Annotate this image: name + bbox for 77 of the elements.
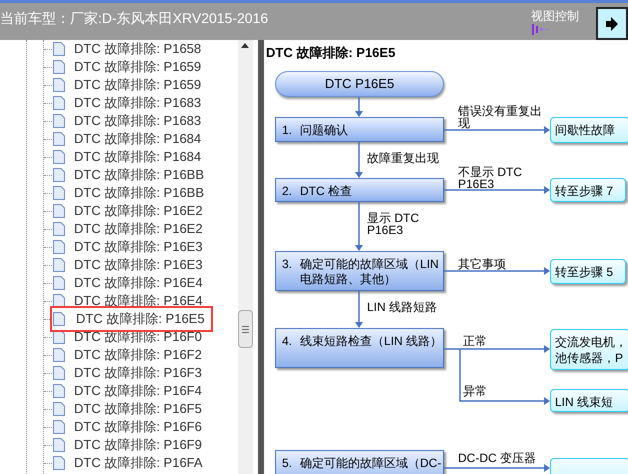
document-icon bbox=[53, 60, 65, 74]
tree-item[interactable]: DTC 故障排除: P16FA bbox=[74, 454, 203, 472]
document-icon bbox=[53, 114, 65, 128]
branch-label: 错误没有重复出现 bbox=[458, 105, 543, 129]
step-node: 3. 确定可能的故障区域（LIN 电路短路、其他） bbox=[275, 251, 444, 291]
branch-label: 显示 DTC P16E3 bbox=[367, 212, 420, 236]
document-icon bbox=[53, 366, 65, 380]
document-icon bbox=[53, 276, 65, 290]
tree-item[interactable]: DTC 故障排除: P1683 bbox=[74, 112, 202, 130]
document-icon bbox=[53, 240, 65, 254]
vehicle-model-title: 当前车型：厂家:D-东风本田XRV2015-2016 bbox=[0, 9, 268, 28]
document-icon bbox=[53, 42, 65, 56]
result-node: LIN 线束短 bbox=[550, 389, 628, 412]
document-icon bbox=[53, 222, 65, 236]
result-node: 转至步骤 7 bbox=[550, 178, 626, 202]
tree-item[interactable]: DTC 故障排除: P16F2 bbox=[74, 346, 202, 364]
view-control-label: 视图控制 bbox=[531, 8, 579, 25]
next-button[interactable] bbox=[596, 7, 628, 40]
scroll-up-icon[interactable] bbox=[241, 43, 249, 48]
document-icon bbox=[53, 150, 65, 164]
document-icon bbox=[53, 294, 65, 308]
result-node: 间歇性故障 bbox=[550, 117, 628, 143]
tree-item[interactable]: DTC 故障排除: P16F9 bbox=[74, 436, 202, 454]
tree-item[interactable]: DTC 故障排除: P16E2 bbox=[74, 202, 203, 220]
tree-item[interactable]: DTC 故障排除: P16F5 bbox=[74, 400, 202, 418]
scrollbar[interactable] bbox=[238, 40, 253, 474]
tree-item[interactable]: DTC 故障排除: P1659 bbox=[74, 76, 202, 94]
tree-item[interactable]: DTC 故障排除: P1684 bbox=[74, 130, 202, 148]
result-node: 交流发电机，池传感器，P bbox=[550, 329, 628, 370]
start-node: DTC P16E5 bbox=[275, 71, 444, 97]
document-icon bbox=[53, 456, 65, 470]
tree-item[interactable]: DTC 故障排除: P16E3 bbox=[74, 238, 203, 256]
branch-label: 不显示 DTC P16E3 bbox=[458, 166, 523, 190]
document-icon bbox=[53, 258, 65, 272]
document-icon bbox=[53, 420, 65, 434]
tree-item[interactable]: DTC 故障排除: P16F3 bbox=[74, 364, 202, 382]
document-icon bbox=[53, 168, 65, 182]
tree-item[interactable]: DTC 故障排除: P16F4 bbox=[74, 382, 202, 400]
document-icon bbox=[53, 204, 65, 218]
branch-label: 异常 bbox=[463, 385, 487, 397]
tree-item[interactable]: DTC 故障排除: P16E4 bbox=[74, 274, 203, 292]
document-icon bbox=[53, 312, 65, 326]
step-node: 4. 线束短路检查（LIN 线路） bbox=[275, 328, 444, 368]
scrollbar-thumb[interactable] bbox=[238, 310, 253, 348]
document-icon bbox=[53, 96, 65, 110]
step-node: 5. 确定可能的故障区域（DC- bbox=[275, 450, 444, 474]
branch-label: 正常 bbox=[463, 335, 487, 347]
branch-label: LIN 线路短路 bbox=[367, 301, 438, 313]
document-icon bbox=[53, 402, 65, 416]
step-node: 1. 问题确认 bbox=[275, 117, 444, 142]
document-icon bbox=[53, 438, 65, 452]
branch-label: 故障重复出现 bbox=[367, 152, 439, 164]
tree-item[interactable]: DTC 故障排除: P16E3 bbox=[74, 256, 203, 274]
tree-item[interactable]: DTC 故障排除: P1658 bbox=[74, 40, 202, 58]
tree-item[interactable]: DTC 故障排除: P16BB bbox=[74, 184, 204, 202]
document-title: DTC 故障排除: P16E5 bbox=[266, 44, 396, 62]
document-icon bbox=[53, 78, 65, 92]
flow-arrow bbox=[355, 291, 363, 328]
tree-item[interactable]: DTC 故障排除: P16BB bbox=[74, 166, 204, 184]
tree-item[interactable]: DTC 故障排除: P16E5 bbox=[50, 306, 213, 332]
tree-item[interactable]: DTC 故障排除: P1659 bbox=[74, 58, 202, 76]
flow-arrow bbox=[355, 202, 363, 251]
flow-arrow bbox=[355, 142, 363, 178]
document-icon bbox=[53, 132, 65, 146]
arrow-right-icon bbox=[606, 16, 618, 30]
branch-label: DC-DC 变压器 bbox=[458, 452, 536, 464]
document-icon bbox=[53, 186, 65, 200]
tree-item[interactable]: DTC 故障排除: P1683 bbox=[74, 94, 202, 112]
flow-arrow bbox=[355, 97, 363, 117]
result-node: 转至步骤 5 bbox=[550, 259, 626, 284]
document-icon bbox=[53, 348, 65, 362]
tree-item[interactable]: DTC 故障排除: P16F6 bbox=[74, 418, 202, 436]
step-node: 2. DTC 检查 bbox=[275, 178, 444, 202]
tree-item[interactable]: DTC 故障排除: P1684 bbox=[74, 148, 202, 166]
tree-item[interactable]: DTC 故障排除: P16E2 bbox=[74, 220, 203, 238]
branch-label: 其它事项 bbox=[458, 258, 506, 270]
document-icon bbox=[53, 384, 65, 398]
